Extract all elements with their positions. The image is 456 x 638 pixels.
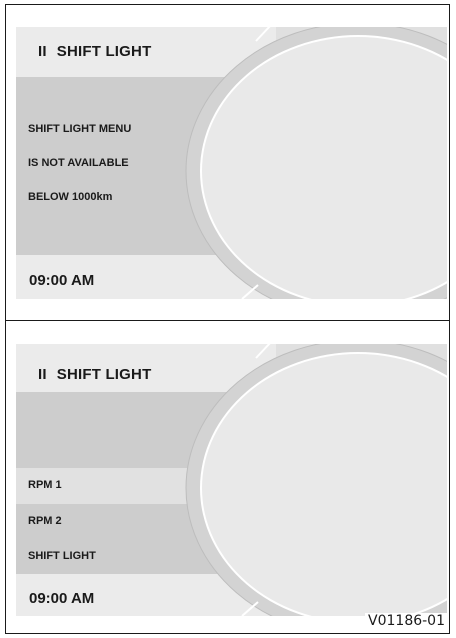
clock: 09:00 AM xyxy=(29,590,95,607)
screen-title: II SHIFT LIGHT xyxy=(38,43,151,60)
clock: 09:00 AM xyxy=(29,272,95,289)
menu-item-shift-light[interactable]: SHIFT LIGHT xyxy=(28,550,96,562)
menu-item-rpm-1[interactable]: RPM 1 xyxy=(28,479,62,491)
display-screen-error: II SHIFT LIGHT SHIFT LIGHT MENU IS NOT AV… xyxy=(16,27,447,299)
title-label: SHIFT LIGHT xyxy=(56,43,152,60)
panel-divider xyxy=(5,320,450,321)
message-line-1: SHIFT LIGHT MENU xyxy=(28,123,132,135)
title-label: SHIFT LIGHT xyxy=(56,366,152,383)
message-line-2: IS NOT AVAILABLE xyxy=(28,157,129,169)
figure-code: V01186-01 xyxy=(365,613,448,629)
display-screen-menu: II SHIFT LIGHT RPM 1 RPM 2 SHIFT LIGHT 09… xyxy=(16,344,447,616)
display-background xyxy=(16,344,447,616)
menu-item-rpm-2[interactable]: RPM 2 xyxy=(28,515,62,527)
pause-icon: II xyxy=(38,43,47,60)
screen-title: II SHIFT LIGHT xyxy=(38,366,151,383)
message-line-3: BELOW 1000km xyxy=(28,191,113,203)
pause-icon: II xyxy=(38,366,47,383)
